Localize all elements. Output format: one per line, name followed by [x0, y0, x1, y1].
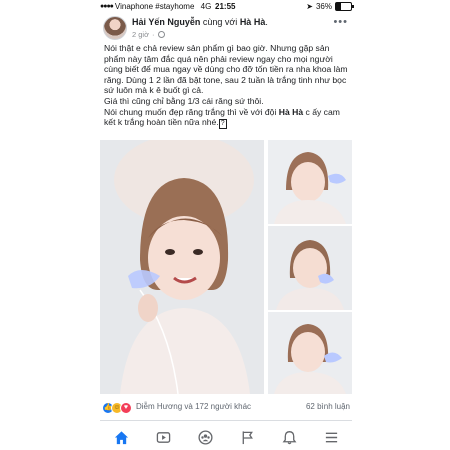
post-paragraph-1: Nói thật e chả review sản phẩm gì bao gi… [104, 43, 348, 96]
tab-watch[interactable] [153, 427, 173, 447]
love-icon: ♥ [120, 402, 132, 414]
status-time: 21:55 [215, 2, 236, 11]
tab-menu[interactable] [321, 427, 341, 447]
home-icon [114, 430, 128, 444]
photo-thumb-2-image [268, 226, 352, 310]
post-paragraph-3: Nói chung muốn đẹp răng trắng thì về với… [104, 107, 350, 130]
photo-thumb-2[interactable] [268, 226, 352, 310]
last-line-start: Nói chung muốn đẹp răng trắng thì về với… [104, 106, 277, 117]
author-avatar[interactable] [103, 16, 127, 40]
pages-icon [242, 430, 253, 444]
carrier-group: ●●●● Vinaphone #stayhome 4G [100, 2, 211, 11]
reaction-summary[interactable]: Diễm Hương và 172 người khác [136, 402, 251, 411]
post-body: Nói thật e chả review sản phẩm gì bao gi… [104, 43, 350, 130]
author-line: Hải Yến Nguyễn cùng với Hà Hà. [132, 17, 268, 27]
network-type: 4G [200, 2, 212, 11]
reactions-bar[interactable]: 👍 ☺ ♥ Diễm Hương và 172 người khác 62 bì… [102, 402, 350, 414]
status-bar: ●●●● Vinaphone #stayhome 4G 21:55 ➤ 36% [100, 0, 354, 13]
photo-thumb-1-image [268, 140, 352, 224]
location-icon: ➤ [306, 2, 313, 11]
status-right: ➤ 36% [306, 2, 354, 11]
groups-icon [197, 429, 213, 445]
tagged-name[interactable]: Hà Hà [240, 17, 266, 27]
watch-icon [156, 431, 170, 443]
tab-pages[interactable] [237, 427, 257, 447]
battery-icon [335, 2, 354, 11]
photo-thumb-1[interactable] [268, 140, 352, 224]
signal-icon: ●●●● [100, 3, 114, 10]
divider [100, 420, 352, 421]
with-text: cùng với [202, 17, 238, 27]
globe-icon [157, 31, 165, 38]
post-header: Hải Yến Nguyễn cùng với Hà Hà. 2 giờ · •… [100, 14, 352, 40]
battery-fill [336, 3, 342, 10]
comment-count[interactable]: 62 bình luận [306, 402, 350, 411]
author-name[interactable]: Hải Yến Nguyễn [132, 17, 200, 27]
emoji-box: ? [218, 119, 227, 130]
more-icon[interactable]: ••• [333, 16, 348, 28]
post-meta: 2 giờ · [132, 30, 165, 39]
photo-main[interactable] [100, 140, 264, 394]
menu-icon [325, 432, 337, 442]
post-time[interactable]: 2 giờ [132, 30, 149, 39]
tab-home[interactable] [111, 427, 131, 447]
carrier-name: Vinaphone #stayhome [114, 2, 195, 11]
tab-notifications[interactable] [279, 427, 299, 447]
last-line-tag[interactable]: Hà Hà [279, 107, 303, 117]
photo-grid [100, 140, 352, 394]
tab-groups[interactable] [195, 427, 215, 447]
bottom-tab-bar [100, 424, 352, 450]
photo-thumb-3[interactable] [268, 312, 352, 394]
post-paragraph-2: Giá thì cũng chỉ bằng 1/3 cái răng sứ th… [104, 95, 264, 106]
photo-main-image [100, 140, 264, 394]
reaction-icons: 👍 ☺ ♥ [102, 402, 132, 414]
battery-percent: 36% [315, 2, 332, 11]
notifications-icon [282, 430, 296, 444]
photo-thumb-3-image [268, 312, 352, 394]
